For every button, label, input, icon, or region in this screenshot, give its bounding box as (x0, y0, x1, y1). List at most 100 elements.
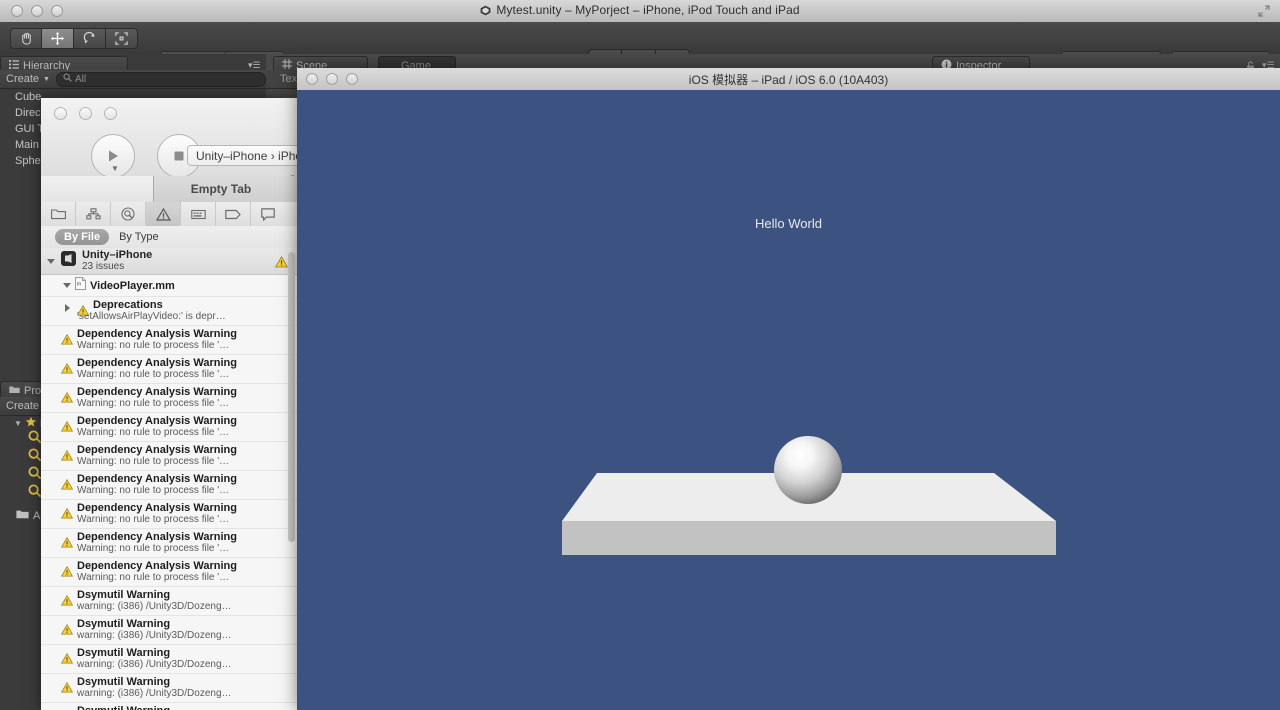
issue-desc: Warning: no rule to process file '… (77, 543, 230, 554)
issue-desc: warning: (i386) /Unity3D/Dozeng… (77, 688, 232, 699)
issue-row[interactable]: Dsymutil Warning warning: (i386) /Unity3… (41, 703, 297, 710)
warning-icon (60, 477, 74, 490)
simulator-window-title: iOS 模拟器 – iPad / iOS 6.0 (10A403) (688, 72, 889, 87)
search-icon[interactable] (111, 202, 146, 226)
hierarchy-subbar: Create ▼ All (0, 70, 266, 89)
unity-title-text: Mytest.unity – MyPorject – iPhone, iPod … (496, 3, 800, 17)
scheme-text: Unity–iPhone › iPhone ( (196, 148, 297, 163)
issue-title: Dsymutil Warning (77, 647, 171, 659)
issue-file-name: VideoPlayer.mm (90, 279, 175, 292)
issue-row[interactable]: Dependency Analysis Warning Warning: no … (41, 471, 297, 500)
warning-icon (60, 680, 74, 693)
warning-icon (60, 535, 74, 548)
issue-row[interactable]: Dependency Analysis Warning Warning: no … (41, 355, 297, 384)
move-tool-button[interactable] (42, 28, 74, 49)
issue-file-node[interactable]: m VideoPlayer.mm (41, 275, 297, 297)
hierarchy-item-gui-text[interactable]: GUI T (15, 123, 44, 135)
issue-navigator-list[interactable]: Unity–iPhone 23 issues m VideoPlayer.mm … (41, 248, 297, 710)
issue-row[interactable]: Dependency Analysis Warning Warning: no … (41, 384, 297, 413)
issue-title: Dependency Analysis Warning (77, 473, 237, 485)
unity-toolbar: Center Local Layers ▼ L (0, 22, 1280, 70)
issue-row[interactable]: Dependency Analysis Warning Warning: no … (41, 558, 297, 587)
filter-by-file-button[interactable]: By File (55, 229, 110, 245)
zoom-button[interactable] (104, 107, 117, 120)
issue-row[interactable]: Dependency Analysis Warning Warning: no … (41, 529, 297, 558)
project-favorite-search-2[interactable] (28, 448, 42, 467)
hierarchy-search-value: All (74, 73, 87, 85)
warning-icon (60, 448, 74, 461)
hierarchy-item-cube[interactable]: Cube (15, 91, 41, 103)
hierarchy-item-sphere[interactable]: Sphe (15, 155, 41, 167)
scale-tool-button[interactable] (106, 28, 138, 49)
fullscreen-icon[interactable] (1257, 4, 1271, 18)
scene-3d-render (562, 436, 1056, 555)
star-icon (25, 416, 37, 431)
warning-icon (60, 419, 74, 432)
unity-window-title: Mytest.unity – MyPorject – iPhone, iPod … (0, 3, 1280, 19)
warning-icon[interactable] (146, 202, 181, 226)
close-button[interactable] (54, 107, 67, 120)
issue-row[interactable]: Deprecations 'setAllowsAirPlayVideo:' is… (41, 297, 297, 326)
issue-row[interactable]: Dsymutil Warning warning: (i386) /Unity3… (41, 587, 297, 616)
disclosure-closed-icon[interactable] (65, 304, 70, 312)
issue-title: Dependency Analysis Warning (77, 560, 237, 572)
issue-title: Dsymutil Warning (77, 676, 171, 688)
debug-icon[interactable] (181, 202, 216, 226)
filter-by-type-button[interactable]: By Type (119, 231, 159, 243)
project-favorite-search-3[interactable] (28, 466, 42, 485)
project-favorite-search-1[interactable] (28, 430, 42, 449)
issue-row[interactable]: Dependency Analysis Warning Warning: no … (41, 413, 297, 442)
hierarchy-icon[interactable] (76, 202, 111, 226)
warning-icon (60, 622, 74, 635)
hierarchy-item-main-camera[interactable]: Main (15, 139, 39, 151)
disclosure-open-icon: ▼ (14, 419, 22, 428)
tab-project-label: Pro (24, 384, 42, 397)
hierarchy-search-input[interactable]: All (55, 71, 266, 87)
disclosure-open-icon[interactable] (63, 283, 71, 288)
texture-label[interactable]: Tex (280, 73, 297, 85)
issue-row[interactable]: Dependency Analysis Warning Warning: no … (41, 442, 297, 471)
issue-desc: 'setAllowsAirPlayVideo:' is depr… (77, 311, 226, 322)
warning-icon (274, 255, 289, 273)
issue-list-scrollbar[interactable] (288, 252, 295, 542)
ios-simulator-window: iOS 模拟器 – iPad / iOS 6.0 (10A403) Hello … (297, 68, 1280, 710)
issue-desc: warning: (i386) /Unity3D/Dozeng… (77, 659, 232, 670)
issue-row[interactable]: Dsymutil Warning warning: (i386) /Unity3… (41, 674, 297, 703)
minimize-button[interactable] (79, 107, 92, 120)
issue-title: Dependency Analysis Warning (77, 502, 237, 514)
hierarchy-create-button[interactable]: Create ▼ (0, 73, 56, 85)
rotate-tool-button[interactable] (74, 28, 106, 49)
warning-icon (60, 390, 74, 403)
project-assets-row[interactable]: A (16, 509, 40, 522)
hand-tool-button[interactable] (10, 28, 42, 49)
issue-row[interactable]: Dsymutil Warning warning: (i386) /Unity3… (41, 645, 297, 674)
mm-file-icon: m (75, 276, 86, 295)
create-label: Create (6, 73, 40, 85)
project-assets-label: A (33, 509, 41, 522)
folder-icon[interactable] (41, 202, 76, 226)
issue-title: Dsymutil Warning (77, 589, 171, 601)
issue-title: Deprecations (93, 299, 163, 311)
warning-icon (60, 332, 74, 345)
simulator-screen[interactable]: Hello World (297, 90, 1280, 710)
project-create-button[interactable]: Create (0, 400, 45, 412)
report-icon[interactable] (251, 202, 285, 226)
scheme-selector[interactable]: Unity–iPhone › iPhone ( (187, 145, 297, 166)
platform-front-face (562, 521, 1056, 555)
issue-title: Dependency Analysis Warning (77, 444, 237, 456)
hierarchy-item-directional-light[interactable]: Direc (15, 107, 41, 119)
issue-row[interactable]: Dependency Analysis Warning Warning: no … (41, 326, 297, 355)
xcode-window-controls[interactable] (54, 107, 117, 120)
run-dropdown-arrow-icon[interactable]: ▼ (111, 164, 119, 173)
issue-row[interactable]: Dsymutil Warning warning: (i386) /Unity3… (41, 616, 297, 645)
issue-title: Dependency Analysis Warning (77, 328, 237, 340)
transform-tools-group (10, 28, 138, 49)
issue-row[interactable]: Dependency Analysis Warning Warning: no … (41, 500, 297, 529)
breakpoint-icon[interactable] (216, 202, 251, 226)
chevron-down-icon: ▼ (43, 75, 50, 83)
xcode-tab[interactable] (41, 176, 154, 202)
project-favorite-search-4[interactable] (28, 484, 42, 503)
disclosure-open-icon[interactable] (47, 258, 55, 264)
issue-desc: warning: (i386) /Unity3D/Dozeng… (77, 601, 232, 612)
issue-group-header[interactable]: Unity–iPhone 23 issues (41, 248, 297, 275)
